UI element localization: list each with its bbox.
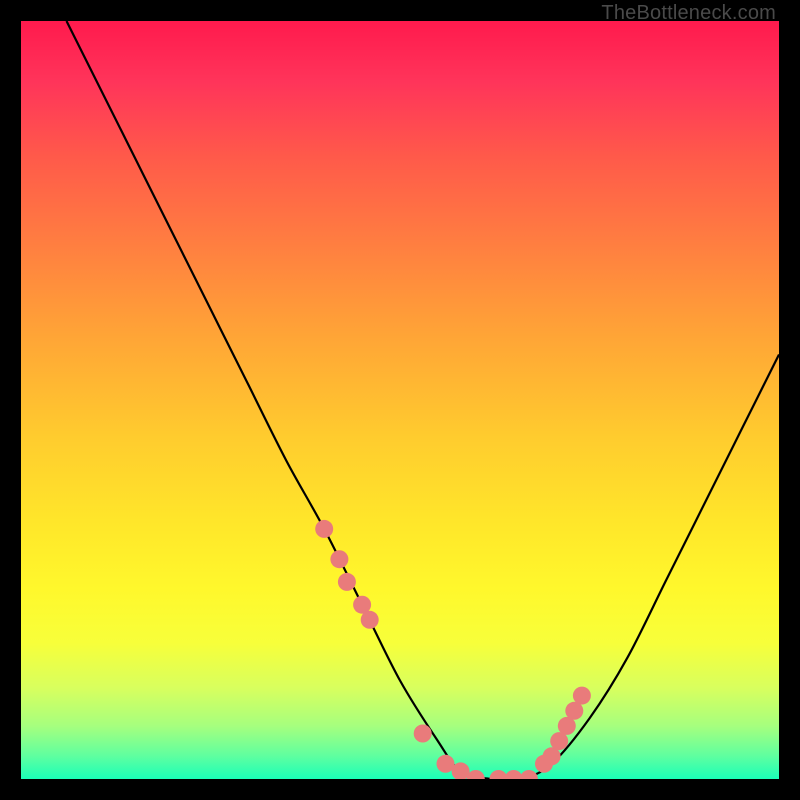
plot-area	[21, 21, 779, 779]
highlight-dot	[573, 687, 591, 705]
highlight-dot	[361, 611, 379, 629]
highlight-dot	[330, 550, 348, 568]
curve-line	[67, 21, 780, 779]
highlight-dot	[315, 520, 333, 538]
highlight-dots	[315, 520, 591, 779]
highlight-dot	[414, 725, 432, 743]
chart-frame: TheBottleneck.com	[0, 0, 800, 800]
highlight-dot	[338, 573, 356, 591]
highlight-dot	[505, 770, 523, 779]
bottleneck-curve	[21, 21, 779, 779]
highlight-dot	[520, 770, 538, 779]
highlight-dot	[490, 770, 508, 779]
